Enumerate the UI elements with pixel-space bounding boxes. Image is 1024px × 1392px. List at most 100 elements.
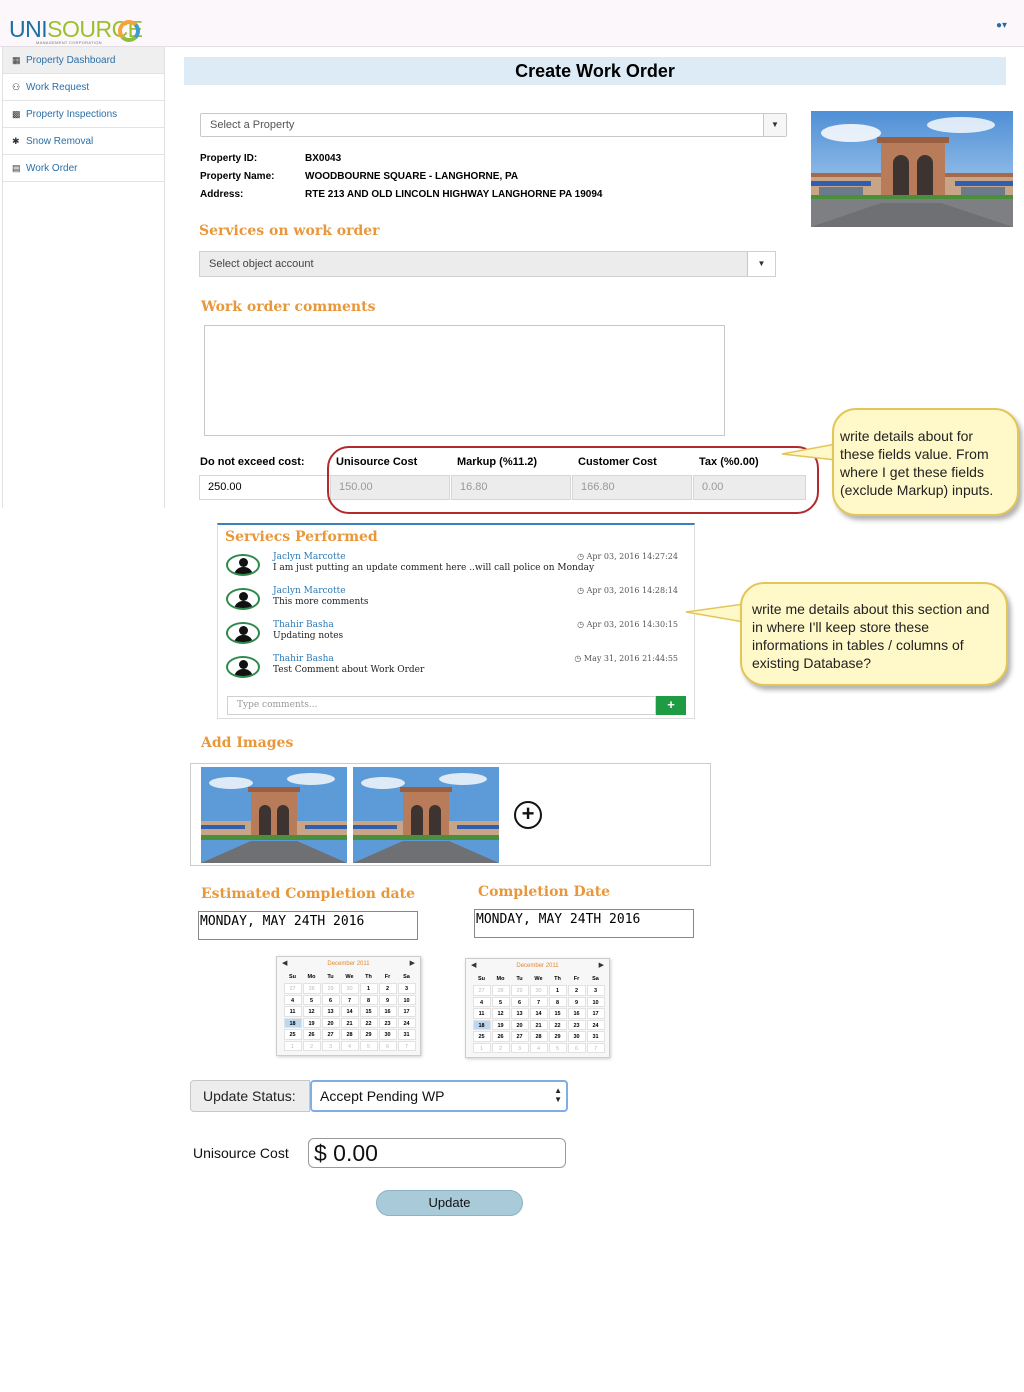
calendar-day[interactable]: 28 (340, 1029, 359, 1040)
calendar-day[interactable]: 31 (397, 1029, 416, 1040)
calendar-day[interactable]: 26 (302, 1029, 321, 1040)
calendar-day[interactable]: 13 (321, 1006, 340, 1017)
calendar-prev-icon[interactable]: ◀ (471, 959, 476, 973)
calendar-day[interactable]: 18 (283, 1017, 302, 1028)
object-account-select[interactable]: Select object account ▼ (199, 251, 776, 277)
calendar-day[interactable]: 30 (529, 985, 548, 996)
calendar-day[interactable]: 9 (378, 994, 397, 1005)
image-thumbnail[interactable] (201, 767, 347, 863)
image-thumbnail[interactable] (353, 767, 499, 863)
calendar-day[interactable]: 1 (359, 983, 378, 994)
unisource-cost-bottom-input[interactable]: $ 0.00 (308, 1138, 566, 1168)
calendar-day[interactable]: 28 (529, 1031, 548, 1042)
estimated-date-input[interactable]: MONDAY, MAY 24TH 2016 (198, 911, 418, 940)
calendar-day[interactable]: 12 (302, 1006, 321, 1017)
calendar-day[interactable]: 4 (472, 996, 491, 1007)
calendar-day[interactable]: 16 (378, 1006, 397, 1017)
work-order-comments-textarea[interactable] (204, 325, 725, 436)
calendar-day[interactable]: 5 (491, 996, 510, 1007)
calendar-day[interactable]: 15 (359, 1006, 378, 1017)
comment-input[interactable]: Type comments... (227, 696, 656, 715)
calendar-day[interactable]: 6 (378, 1040, 397, 1051)
calendar-day[interactable]: 29 (510, 985, 529, 996)
calendar-day[interactable]: 15 (548, 1008, 567, 1019)
calendar-day[interactable]: 24 (397, 1017, 416, 1028)
calendar-day[interactable]: 2 (378, 983, 397, 994)
calendar-day[interactable]: 29 (321, 983, 340, 994)
calendar-day[interactable]: 11 (283, 1006, 302, 1017)
calendar-day[interactable]: 7 (529, 996, 548, 1007)
calendar-day[interactable]: 21 (340, 1017, 359, 1028)
calendar-day[interactable]: 17 (397, 1006, 416, 1017)
calendar-next-icon[interactable]: ▶ (410, 957, 415, 971)
property-select[interactable]: Select a Property ▼ (200, 113, 787, 137)
calendar-day[interactable]: 25 (283, 1029, 302, 1040)
status-select[interactable]: Accept Pending WP ▲ ▼ (310, 1080, 568, 1112)
calendar-day[interactable]: 28 (491, 985, 510, 996)
calendar-day[interactable]: 3 (510, 1042, 529, 1053)
calendar-day[interactable]: 11 (472, 1008, 491, 1019)
calendar-day[interactable]: 27 (321, 1029, 340, 1040)
calendar-day[interactable]: 1 (472, 1042, 491, 1053)
calendar-day[interactable]: 13 (510, 1008, 529, 1019)
calendar-day[interactable]: 4 (340, 1040, 359, 1051)
calendar-next-icon[interactable]: ▶ (599, 959, 604, 973)
dne-cost-input[interactable]: 250.00 (199, 475, 330, 500)
sidebar-item-property-inspections[interactable]: ▩ Property Inspections (3, 101, 164, 128)
calendar-day[interactable]: 29 (359, 1029, 378, 1040)
calendar-day[interactable]: 19 (302, 1017, 321, 1028)
calendar-day[interactable]: 3 (397, 983, 416, 994)
update-button[interactable]: Update (376, 1190, 523, 1216)
calendar-day[interactable]: 30 (378, 1029, 397, 1040)
entry-author[interactable]: Jaclyn Marcotte (273, 586, 346, 596)
calendar-day[interactable]: 14 (340, 1006, 359, 1017)
sidebar-item-property-dashboard[interactable]: ▦ Property Dashboard (3, 47, 164, 74)
calendar-day[interactable]: 2 (567, 985, 586, 996)
calendar-day[interactable]: 12 (491, 1008, 510, 1019)
calendar-day[interactable]: 21 (529, 1019, 548, 1030)
calendar-day[interactable]: 31 (586, 1031, 605, 1042)
calendar-day[interactable]: 7 (340, 994, 359, 1005)
calendar-day[interactable]: 4 (529, 1042, 548, 1053)
calendar-day[interactable]: 30 (340, 983, 359, 994)
calendar-day[interactable]: 8 (548, 996, 567, 1007)
calendar-day[interactable]: 23 (378, 1017, 397, 1028)
calendar-day[interactable]: 7 (397, 1040, 416, 1051)
calendar-day[interactable]: 30 (567, 1031, 586, 1042)
calendar-prev-icon[interactable]: ◀ (282, 957, 287, 971)
sidebar-item-work-request[interactable]: ⚇ Work Request (3, 74, 164, 101)
add-comment-button[interactable]: + (656, 696, 686, 715)
sidebar-item-work-order[interactable]: ▤ Work Order (3, 155, 164, 182)
entry-author[interactable]: Jaclyn Marcotte (273, 552, 346, 562)
calendar-day[interactable]: 24 (586, 1019, 605, 1030)
calendar-day[interactable]: 2 (491, 1042, 510, 1053)
calendar-day[interactable]: 1 (548, 985, 567, 996)
calendar-day[interactable]: 6 (510, 996, 529, 1007)
sidebar-item-snow-removal[interactable]: ✱ Snow Removal (3, 128, 164, 155)
calendar-day[interactable]: 3 (321, 1040, 340, 1051)
calendar-day[interactable]: 4 (283, 994, 302, 1005)
calendar-day[interactable]: 27 (283, 983, 302, 994)
calendar-day[interactable]: 2 (302, 1040, 321, 1051)
calendar-day[interactable]: 10 (397, 994, 416, 1005)
calendar-day[interactable]: 20 (510, 1019, 529, 1030)
calendar-day[interactable]: 23 (567, 1019, 586, 1030)
calendar-day[interactable]: 14 (529, 1008, 548, 1019)
calendar-day[interactable]: 5 (302, 994, 321, 1005)
calendar-day[interactable]: 5 (359, 1040, 378, 1051)
calendar-day[interactable]: 25 (472, 1031, 491, 1042)
calendar-day[interactable]: 17 (586, 1008, 605, 1019)
calendar-day[interactable]: 6 (567, 1042, 586, 1053)
calendar-day[interactable]: 27 (510, 1031, 529, 1042)
calendar-day[interactable]: 28 (302, 983, 321, 994)
calendar-day[interactable]: 27 (472, 985, 491, 996)
calendar-day[interactable]: 3 (586, 985, 605, 996)
caret-down-icon[interactable]: ▼ (747, 252, 775, 276)
completion-date-input[interactable]: MONDAY, MAY 24TH 2016 (474, 909, 694, 938)
calendar-day[interactable]: 19 (491, 1019, 510, 1030)
completion-date-calendar[interactable]: ◀ December 2011 ▶ Su Mo Tu We Th Fr Sa 27 28 29 30 1 2… (465, 958, 610, 1058)
estimated-date-calendar[interactable]: ◀ December 2011 ▶ Su Mo Tu We Th Fr Sa 27 28 29 30 1 2… (276, 956, 421, 1056)
calendar-day[interactable]: 9 (567, 996, 586, 1007)
calendar-day[interactable]: 26 (491, 1031, 510, 1042)
calendar-day[interactable]: 20 (321, 1017, 340, 1028)
